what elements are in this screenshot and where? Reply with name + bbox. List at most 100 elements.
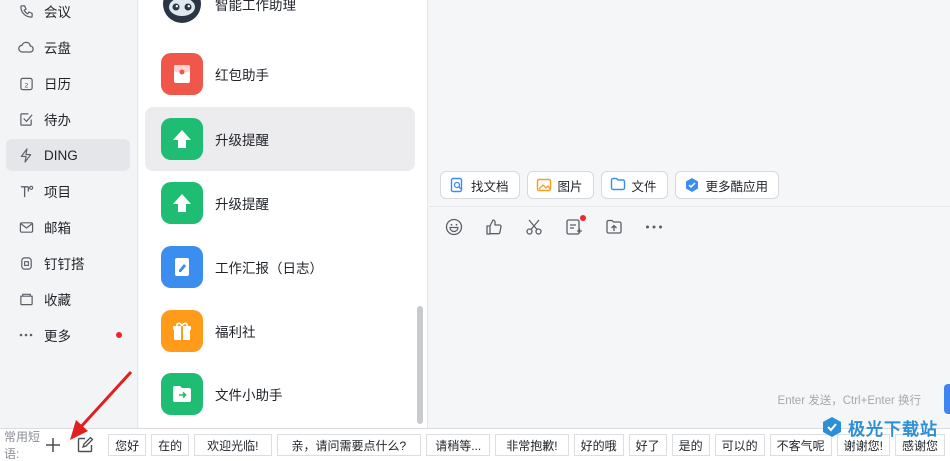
more-icon <box>18 327 34 343</box>
chip-label: 文件 <box>631 179 657 194</box>
sidebar: 会议 云盘 2 日历 待办 DING 项目 邮箱 钉钉搭 收藏 更多 <box>0 0 138 428</box>
phrase-item[interactable]: 请稍等... <box>426 434 491 456</box>
plus-icon <box>46 438 61 452</box>
notification-dot <box>116 332 122 338</box>
phrase-item[interactable]: 亲，请问需要点什么? <box>276 434 422 456</box>
app-item-red-envelope[interactable]: 红包助手 <box>145 42 415 106</box>
app-item-upgrade-reminder[interactable]: 升级提醒 <box>145 107 415 171</box>
build-icon <box>18 255 34 271</box>
sidebar-item-favorites[interactable]: 收藏 <box>6 283 130 315</box>
chip-label: 更多酷应用 <box>705 179 769 194</box>
more-cool-apps-button[interactable]: 更多酷应用 <box>674 171 780 199</box>
sidebar-item-label: 钉钉搭 <box>44 257 85 272</box>
gift-icon <box>161 310 203 352</box>
cloud-icon <box>18 39 34 55</box>
app-name: 工作汇报（日志） <box>215 261 323 276</box>
mail-icon <box>18 219 34 235</box>
upgrade-arrow-icon <box>161 118 203 160</box>
phrase-item[interactable]: 是的 <box>671 434 710 456</box>
robot-icon <box>161 0 203 25</box>
sidebar-item-more[interactable]: 更多 <box>6 319 130 351</box>
edit-icon <box>77 436 94 453</box>
sidebar-item-label: 会议 <box>44 5 71 20</box>
find-doc-icon <box>449 177 465 193</box>
sidebar-item-label: 更多 <box>44 329 71 344</box>
phrase-item[interactable]: 欢迎光临! <box>194 434 272 456</box>
send-button[interactable] <box>944 384 950 414</box>
sidebar-item-label: 项目 <box>44 185 71 200</box>
chip-label: 找文档 <box>471 179 509 194</box>
sidebar-item-label: 收藏 <box>44 293 71 308</box>
upgrade-arrow-icon <box>161 182 203 224</box>
notification-dot <box>580 215 586 221</box>
sidebar-item-meeting[interactable]: 会议 <box>6 0 130 27</box>
phrase-item[interactable]: 好了 <box>628 434 667 456</box>
app-item-work-report[interactable]: 工作汇报（日志） <box>145 235 415 299</box>
common-phrases-bar: 常用短语: 您好 在的 欢迎光临! 亲，请问需要点什么? 请稍等... 非常抱歉… <box>0 428 950 461</box>
sidebar-item-dingda[interactable]: 钉钉搭 <box>6 247 130 279</box>
app-name: 升级提醒 <box>215 197 269 212</box>
image-icon <box>536 177 552 193</box>
app-item-upgrade-reminder-2[interactable]: 升级提醒 <box>145 171 415 235</box>
lightning-icon <box>18 147 34 163</box>
upload-icon[interactable] <box>605 216 623 238</box>
app-name: 智能工作助理 <box>215 0 296 13</box>
app-item-file-assistant[interactable]: 文件小助手 <box>145 362 415 426</box>
sidebar-item-calendar[interactable]: 2 日历 <box>6 67 130 99</box>
emoji-icon[interactable] <box>445 216 463 238</box>
folder-icon <box>161 373 203 415</box>
app-name: 红包助手 <box>215 68 269 83</box>
send-hint: Enter 发送，Ctrl+Enter 换行 <box>777 395 921 407</box>
phrase-item[interactable]: 谢谢您! <box>836 434 890 456</box>
add-phrase-button[interactable] <box>44 434 62 456</box>
app-item-smart-assistant[interactable]: 智能工作助理 <box>145 0 415 36</box>
quick-tools: 找文档 图片 文件 更多酷应用 <box>440 171 780 199</box>
report-icon <box>161 246 203 288</box>
project-icon <box>18 183 34 199</box>
find-doc-button[interactable]: 找文档 <box>440 171 520 199</box>
app-list: 智能工作助理 红包助手 升级提醒 升级提醒 工作汇报（日志） 福利社 文件小助手 <box>139 0 428 428</box>
file-button[interactable]: 文件 <box>600 171 668 199</box>
sidebar-item-project[interactable]: 项目 <box>6 175 130 207</box>
checkbox-icon <box>18 111 34 127</box>
thumbs-up-icon[interactable] <box>485 216 503 238</box>
chat-area: 找文档 图片 文件 更多酷应用 Enter 发送，Ctrl+Enter 换行 <box>429 0 950 428</box>
phrase-item[interactable]: 好的哦 <box>573 434 624 456</box>
red-envelope-icon <box>161 53 203 95</box>
sidebar-item-drive[interactable]: 云盘 <box>6 31 130 63</box>
chip-label: 图片 <box>557 179 583 194</box>
composer-toolbar <box>445 215 663 238</box>
note-add-icon[interactable] <box>565 215 586 238</box>
cool-apps-icon <box>684 177 700 193</box>
app-list-scrollbar[interactable] <box>417 306 423 424</box>
app-item-welfare[interactable]: 福利社 <box>145 299 415 363</box>
phrase-item[interactable]: 感谢您 <box>894 434 945 456</box>
sidebar-item-todo[interactable]: 待办 <box>6 103 130 135</box>
phrase-item[interactable]: 不客气呢 <box>769 434 832 456</box>
more-options-icon[interactable] <box>645 216 663 238</box>
phrase-item[interactable]: 非常抱歉! <box>495 434 569 456</box>
sidebar-item-label: 日历 <box>44 77 71 92</box>
app-name: 升级提醒 <box>215 133 269 148</box>
sidebar-item-ding[interactable]: DING <box>6 139 130 171</box>
image-button[interactable]: 图片 <box>526 171 594 199</box>
composer-divider <box>429 206 950 207</box>
sidebar-item-mail[interactable]: 邮箱 <box>6 211 130 243</box>
app-name: 文件小助手 <box>215 388 283 403</box>
folder-icon <box>610 177 626 193</box>
phone-icon <box>18 3 34 19</box>
sidebar-item-label: 邮箱 <box>44 221 71 236</box>
app-name: 福利社 <box>215 325 256 340</box>
favorite-icon <box>18 291 34 307</box>
sidebar-item-label: 云盘 <box>44 41 71 56</box>
svg-text:2: 2 <box>24 81 28 89</box>
sidebar-item-label: 待办 <box>44 113 71 128</box>
scissors-icon[interactable] <box>525 216 543 238</box>
phrases-title: 常用短语: <box>4 430 41 461</box>
sidebar-item-label: DING <box>44 147 78 163</box>
phrase-item[interactable]: 可以的 <box>714 434 765 456</box>
edit-phrases-button[interactable] <box>76 434 94 456</box>
phrase-item[interactable]: 您好 <box>108 434 147 456</box>
calendar-icon: 2 <box>18 75 34 91</box>
phrase-item[interactable]: 在的 <box>151 434 190 456</box>
